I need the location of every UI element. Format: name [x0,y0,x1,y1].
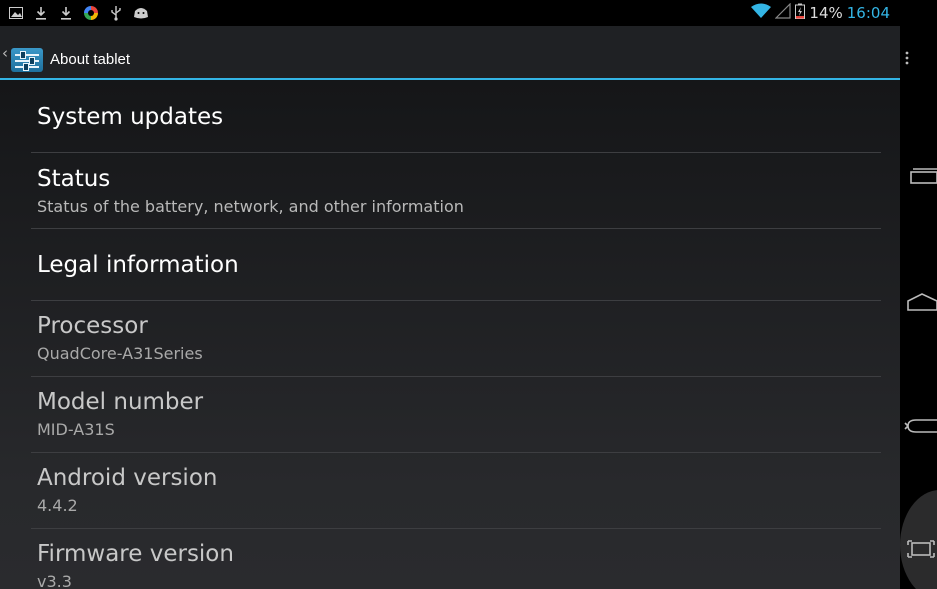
list-item-status[interactable]: Status Status of the battery, network, a… [37,165,881,217]
sync-icon [83,5,99,21]
notification-icons [8,4,149,22]
list-item-legal-information[interactable]: Legal information [37,251,881,279]
list-item-android-version[interactable]: Android version 4.4.2 [37,464,881,516]
screenshot-icon[interactable] [900,529,937,569]
recent-apps-icon[interactable] [900,156,937,196]
screen: 14% 16:04 ‹ About tablet System updates … [0,0,937,589]
clock: 16:04 [846,4,890,22]
home-icon[interactable] [900,282,937,322]
overflow-menu-icon[interactable] [900,38,937,78]
up-caret-icon[interactable]: ‹ [2,44,8,62]
firmware-version-value: v3.3 [37,572,72,589]
system-updates-title: System updates [37,104,224,130]
page-title: About tablet [50,51,131,68]
model-number-value: MID-A31S [37,420,115,439]
list-item-system-updates[interactable]: System updates [37,103,881,131]
divider [31,300,881,301]
list-item-model-number: Model number MID-A31S [37,388,881,440]
usb-icon [108,5,124,21]
legal-information-title: Legal information [37,252,239,278]
divider [31,228,881,229]
action-bar [0,26,900,80]
status-summary: Status of the battery, network, and othe… [37,197,464,216]
system-icons: 14% 16:04 [751,2,890,23]
list-item-processor: Processor QuadCore-A31Series [37,312,881,364]
signal-icon [774,2,792,23]
back-icon[interactable] [900,407,937,447]
divider [31,452,881,453]
divider [31,528,881,529]
model-number-title: Model number [37,389,204,415]
download-icon [58,5,74,21]
list-item-firmware-version: Firmware version v3.3 [37,540,881,589]
battery-charging-icon [795,3,806,23]
divider [31,376,881,377]
divider [31,152,881,153]
firmware-version-title: Firmware version [37,541,234,567]
download-icon [33,5,49,21]
android-version-title: Android version [37,465,218,491]
settings-app-icon[interactable] [11,48,43,72]
wifi-icon [751,3,772,23]
settings-list: System updates Status Status of the batt… [0,80,900,589]
status-bar: 14% 16:04 [0,0,900,26]
gallery-icon [8,5,24,21]
processor-value: QuadCore-A31Series [37,344,203,363]
battery-percent: 14% [809,4,843,22]
processor-title: Processor [37,313,148,339]
android-version-value: 4.4.2 [37,496,78,515]
status-title: Status [37,166,111,192]
android-debug-icon [133,5,149,21]
